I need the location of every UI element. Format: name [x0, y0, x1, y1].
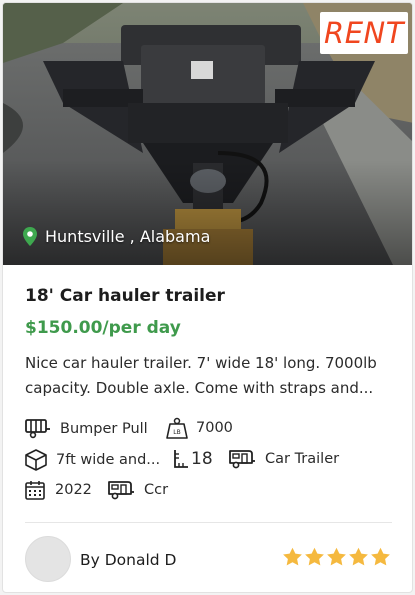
star-icon [371, 547, 390, 566]
rating-stars [282, 547, 392, 567]
spec-category-value: Car Trailer [265, 451, 340, 467]
spec-model: Ccr [108, 480, 168, 500]
spec-model-value: Ccr [144, 482, 169, 498]
weight-icon: LB [166, 417, 188, 439]
divider [25, 522, 392, 523]
map-pin-icon [23, 227, 37, 246]
owner-avatar[interactable] [25, 536, 71, 582]
trailer-icon [108, 481, 134, 500]
spec-capacity: LB 7000 [166, 417, 233, 439]
listing-description: Nice car hauler trailer. 7' wide 18' lon… [25, 354, 377, 397]
spec-year-value: 2022 [55, 482, 92, 498]
spec-dimensions: 7ft wide and... [25, 449, 160, 471]
spec-capacity-value: 7000 [196, 420, 233, 436]
box-icon [25, 449, 47, 471]
calendar-icon [25, 481, 45, 500]
spec-length-value: 18 [191, 449, 213, 469]
listing-price: $150.00/per day [25, 318, 181, 338]
camper-icon [229, 450, 255, 469]
star-icon [283, 547, 302, 566]
trailer-hitch-icon [25, 419, 50, 439]
location-label: Huntsville , Alabama [23, 227, 210, 246]
spec-hitch: Bumper Pull [25, 419, 148, 439]
spec-category: Car Trailer [229, 449, 339, 469]
listing-card[interactable]: RENT Huntsville , Alabama 18' Car hauler… [2, 2, 413, 593]
star-icon [305, 547, 324, 566]
owner-name[interactable]: By Donald D [80, 551, 176, 569]
svg-text:LB: LB [173, 429, 180, 436]
length-icon [174, 450, 188, 468]
listing-photo[interactable]: RENT Huntsville , Alabama [3, 3, 412, 265]
listing-title[interactable]: 18' Car hauler trailer [25, 286, 225, 306]
star-icon [327, 547, 346, 566]
rent-badge: RENT [320, 12, 408, 54]
spec-length: 18 [173, 449, 213, 469]
spec-year: 2022 [25, 480, 92, 500]
location-text: Huntsville , Alabama [45, 227, 211, 246]
spec-hitch-value: Bumper Pull [60, 421, 148, 437]
star-icon [349, 547, 368, 566]
spec-dimensions-value: 7ft wide and... [56, 452, 161, 468]
